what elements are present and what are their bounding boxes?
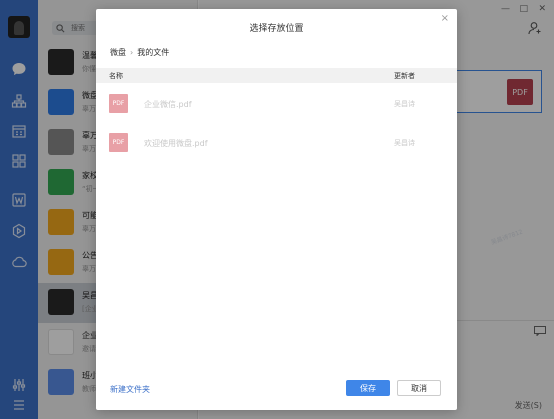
breadcrumb: 微盘 › 我的文件 <box>110 47 169 58</box>
dialog-title: 选择存放位置 <box>249 24 304 34</box>
pdf-file-icon: PDF <box>109 133 128 152</box>
column-updater[interactable]: 更新者 <box>394 71 415 81</box>
pdf-file-icon: PDF <box>109 94 128 113</box>
column-name[interactable]: 名称 <box>109 71 123 81</box>
file-name: 欢迎使用微盘.pdf <box>144 139 208 148</box>
chevron-right-icon: › <box>130 48 134 57</box>
file-updater: 吴昌诗 <box>394 100 415 108</box>
file-table-header: 名称 更新者 <box>96 68 457 83</box>
file-row: PDF 欢迎使用微盘.pdf 吴昌诗 <box>96 128 457 158</box>
close-icon[interactable]: × <box>441 13 449 24</box>
cancel-button[interactable]: 取消 <box>397 380 441 396</box>
breadcrumb-weipan[interactable]: 微盘 <box>110 47 126 58</box>
new-folder-link[interactable]: 新建文件夹 <box>110 384 150 395</box>
breadcrumb-my-files: 我的文件 <box>137 48 170 57</box>
file-name: 企业微信.pdf <box>144 100 192 109</box>
save-button[interactable]: 保存 <box>346 380 390 396</box>
file-row: PDF 企业微信.pdf 吴昌诗 <box>96 89 457 119</box>
save-location-dialog: 选择存放位置 × 微盘 › 我的文件 名称 更新者 PDF 企业微信.pdf 吴… <box>96 9 457 410</box>
file-updater: 吴昌诗 <box>394 139 415 147</box>
